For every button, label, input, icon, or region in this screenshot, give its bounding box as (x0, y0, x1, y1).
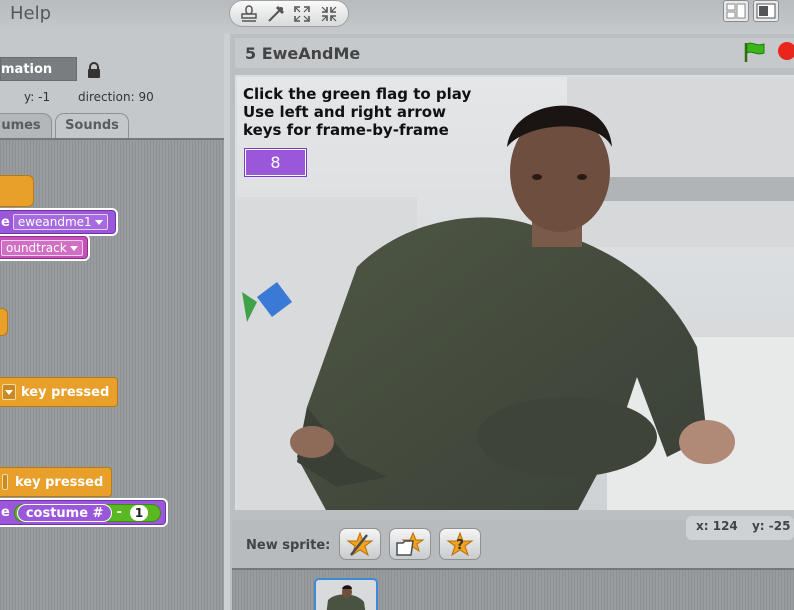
play-sound-block[interactable]: oundtrack (0, 236, 88, 259)
surprise-sprite-button[interactable]: ? (439, 528, 481, 560)
control-block-end[interactable] (0, 308, 8, 336)
tab-costumes[interactable]: umes (0, 113, 52, 138)
switch-costume-expr-block[interactable]: e costume # - 1 (0, 500, 167, 525)
small-stage-button[interactable] (723, 0, 749, 22)
green-flag-icon[interactable] (742, 41, 768, 63)
minus-sign: - (116, 505, 122, 520)
variable-monitor[interactable]: 8 (244, 148, 307, 177)
paint-star-icon (346, 531, 374, 557)
grow-icon[interactable] (291, 3, 313, 25)
sprite-direction-readout: direction: 90 (78, 90, 154, 104)
normal-stage-button[interactable] (753, 0, 779, 22)
costume-dropdown[interactable]: eweandme1 (12, 214, 108, 230)
svg-text:?: ? (456, 538, 464, 553)
scissors-icon[interactable] (265, 3, 287, 25)
stage[interactable]: Click the green flag to play Use left an… (235, 75, 794, 510)
instruction-line-2: Use left and right arrow (243, 103, 446, 121)
minus-operator-block[interactable]: costume # - 1 (13, 503, 162, 522)
scripts-area[interactable] (0, 138, 224, 610)
sound-dropdown-value: oundtrack (6, 240, 67, 255)
when-key-pressed-hat-2[interactable]: key pressed (0, 467, 113, 497)
sprite-y-readout: y: -1 (24, 90, 50, 104)
dropdown-arrow-icon (69, 245, 78, 251)
top-menu-bar (0, 0, 794, 34)
costume-number-reporter[interactable]: costume # (16, 503, 113, 522)
menu-help[interactable]: Help (10, 3, 51, 24)
dropdown-arrow-icon (5, 390, 13, 395)
key-pressed-label: key pressed (15, 474, 104, 490)
cursor-tools (229, 0, 349, 27)
x-label: x: (696, 519, 709, 533)
number-input[interactable]: 1 (129, 504, 149, 521)
y-value: -25 (768, 519, 791, 533)
hat-block[interactable] (0, 175, 34, 207)
open-sprite-button[interactable] (389, 528, 431, 560)
sprite-name-field[interactable]: mation (0, 57, 77, 81)
dropdown-arrow-icon (94, 220, 103, 225)
when-key-pressed-hat-1[interactable]: key pressed (0, 377, 119, 407)
mouse-coordinates: x: 124 y: -25 (686, 516, 794, 540)
key-pressed-label: key pressed (21, 384, 110, 400)
new-sprite-label: New sprite: (246, 538, 331, 553)
stage-layout-buttons (723, 0, 794, 24)
paint-new-sprite-button[interactable] (339, 528, 381, 560)
direction-label: direction: (78, 90, 135, 104)
sprite-thumbnail-image (316, 580, 376, 610)
key-dropdown[interactable] (2, 384, 16, 400)
sound-dropdown[interactable]: oundtrack (1, 239, 83, 256)
block-prefix: e (1, 505, 10, 520)
direction-value: 90 (138, 90, 154, 104)
y-label: y: (751, 519, 765, 533)
y-value: -1 (38, 90, 51, 104)
costume-dropdown-value: eweandme1 (17, 215, 92, 229)
shrink-icon[interactable] (318, 3, 340, 25)
stop-sign-icon[interactable] (778, 42, 794, 60)
surprise-star-icon: ? (446, 531, 474, 557)
folder-star-icon (396, 531, 425, 556)
y-label: y: (24, 90, 35, 104)
tab-sounds[interactable]: Sounds (55, 113, 129, 138)
switch-costume-block[interactable]: e eweandme1 (0, 210, 116, 234)
x-value: 124 (712, 519, 738, 533)
instruction-line-1: Click the green flag to play (243, 85, 472, 103)
stage-photo-image (237, 77, 794, 510)
project-title: 5 EweAndMe (245, 44, 361, 63)
key-dropdown[interactable] (2, 474, 8, 490)
panel-divider (224, 34, 230, 610)
stamp-icon[interactable] (238, 3, 260, 25)
sprite-thumbnail[interactable] (314, 578, 378, 610)
lock-icon[interactable] (87, 62, 101, 78)
block-prefix: e (1, 214, 10, 230)
instruction-line-3: keys for frame-by-frame (243, 121, 449, 139)
